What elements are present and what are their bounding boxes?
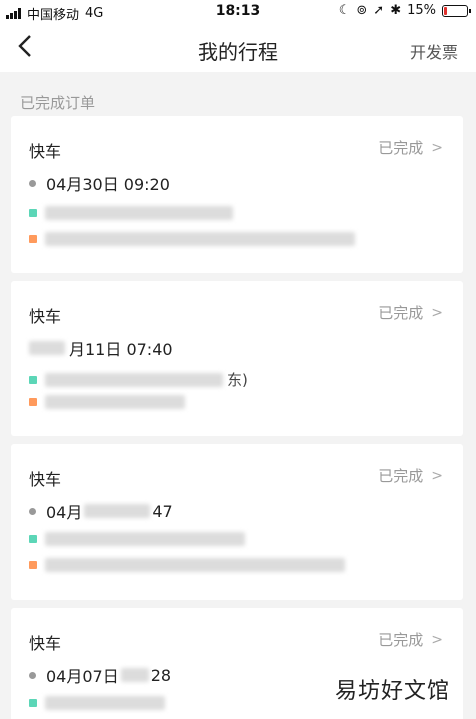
trip-time: 04月07日 28: [29, 663, 171, 687]
trip-status[interactable]: 已完成 >: [378, 629, 443, 650]
battery-icon: [442, 4, 471, 17]
trip-status[interactable]: 已完成 >: [378, 465, 443, 486]
time-dot-icon: [29, 179, 36, 187]
trip-status[interactable]: 已完成 >: [378, 302, 443, 323]
bluetooth-icon: ✱: [390, 3, 402, 18]
trip-type: 快车: [29, 142, 62, 161]
status-right: ☾ ⊚ ➚ ✱ 15%: [338, 3, 471, 18]
trip-time-label: 月11日 07:40: [69, 340, 173, 359]
section-label: 已完成订单: [20, 94, 96, 112]
trip-type: 快车: [29, 307, 62, 326]
time-dot-icon: [29, 507, 36, 515]
blurred-address: [45, 696, 165, 710]
blurred-address: [45, 395, 185, 409]
trip-card[interactable]: 快车 已完成 > 04月30日 09:20: [11, 116, 463, 273]
blurred-date: [84, 504, 151, 518]
trip-time-prefix: 04月07日: [46, 667, 119, 686]
start-marker-icon: [29, 535, 37, 543]
blurred-address: [45, 558, 345, 572]
trip-status-label: 已完成: [378, 467, 424, 485]
trip-start-address: [29, 532, 245, 546]
trip-time: 04月30日 09:20: [29, 171, 170, 195]
trip-start-address: 东): [29, 369, 248, 390]
start-marker-icon: [29, 209, 37, 217]
watermark: 易坊好文馆: [328, 671, 456, 707]
trip-address-fragment: 东): [227, 371, 248, 389]
end-marker-icon: [29, 561, 37, 569]
trip-type: 快车: [29, 634, 62, 653]
lock-rotation-icon: ⊚: [356, 3, 368, 18]
blurred-date: [29, 341, 65, 355]
trip-end-address: [29, 395, 185, 409]
chevron-right-icon: >: [431, 631, 443, 648]
trip-end-address: [29, 232, 355, 246]
trip-time-prefix: 04月: [46, 503, 83, 522]
invoice-button[interactable]: 开发票: [410, 39, 458, 63]
trip-card[interactable]: 快车 已完成 > 月11日 07:40 东): [11, 281, 463, 436]
start-marker-icon: [29, 375, 37, 384]
blurred-address: [45, 532, 245, 546]
status-bar: 中国移动 4G 18:13 ☾ ⊚ ➚ ✱ 15%: [0, 0, 476, 24]
trip-status-label: 已完成: [378, 631, 424, 649]
trip-time: 04月 47: [29, 499, 173, 523]
trip-end-address: [29, 558, 345, 572]
trip-start-address: [29, 696, 165, 710]
start-marker-icon: [29, 699, 37, 707]
chevron-right-icon: >: [431, 139, 443, 156]
moon-icon: ☾: [338, 3, 351, 18]
time-dot-icon: [29, 671, 36, 679]
battery-percent: 15%: [407, 3, 436, 18]
chevron-right-icon: >: [431, 467, 443, 484]
blurred-date: [120, 668, 149, 682]
trip-time-label: 04月30日 09:20: [46, 175, 170, 194]
location-icon: ➚: [373, 3, 385, 18]
nav-bar: 我的行程 开发票: [0, 24, 476, 72]
trip-time: 月11日 07:40: [29, 336, 173, 360]
trip-status[interactable]: 已完成 >: [378, 137, 443, 158]
chevron-right-icon: >: [431, 304, 443, 321]
trip-status-label: 已完成: [378, 304, 424, 322]
blurred-address: [45, 232, 355, 246]
page-title: 我的行程: [198, 40, 278, 64]
trip-status-label: 已完成: [378, 139, 424, 157]
trip-time-suffix: 47: [152, 501, 173, 521]
end-marker-icon: [29, 235, 37, 243]
blurred-address: [45, 206, 233, 220]
battery-fill: [444, 6, 447, 15]
blurred-address: [45, 372, 223, 387]
trip-start-address: [29, 206, 233, 220]
trip-type: 快车: [29, 470, 62, 489]
end-marker-icon: [29, 398, 37, 406]
trip-time-suffix: 28: [150, 665, 172, 685]
trip-card[interactable]: 快车 已完成 > 04月 47: [11, 444, 463, 600]
